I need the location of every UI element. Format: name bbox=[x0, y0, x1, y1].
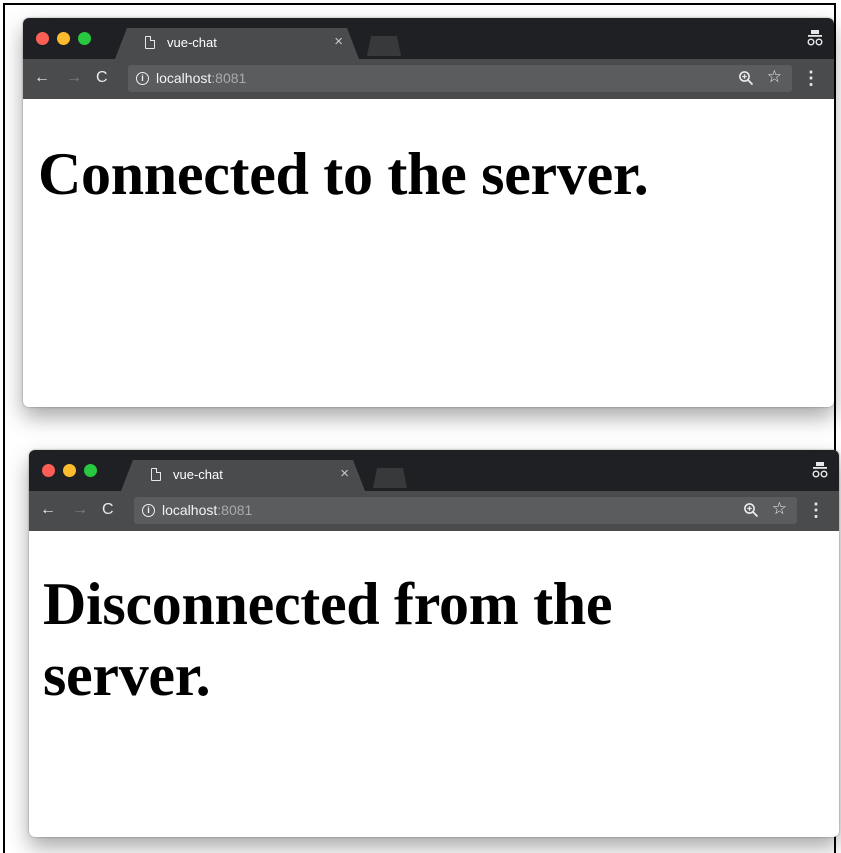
info-icon[interactable]: i bbox=[136, 72, 149, 85]
zoom-icon[interactable] bbox=[738, 70, 754, 86]
back-button[interactable]: ← bbox=[34, 68, 50, 88]
browser-window-connected: vue-chat × ← → C i localhost:8081 ☆ ⋮ Co… bbox=[23, 18, 834, 407]
bookmark-star-icon[interactable]: ☆ bbox=[772, 499, 787, 519]
window-controls bbox=[42, 464, 97, 477]
browser-toolbar: ← → C i localhost:8081 ☆ ⋮ bbox=[29, 491, 839, 531]
url-text[interactable]: localhost:8081 bbox=[156, 70, 246, 86]
document-icon bbox=[151, 468, 161, 481]
browser-window-disconnected: vue-chat × ← → C i localhost:8081 ☆ ⋮ Di… bbox=[29, 450, 839, 837]
menu-icon[interactable]: ⋮ bbox=[807, 500, 825, 520]
tab-title: vue-chat bbox=[167, 35, 217, 50]
url-host: localhost bbox=[156, 70, 212, 86]
info-icon[interactable]: i bbox=[142, 504, 155, 517]
tab-close-button[interactable]: × bbox=[340, 466, 349, 481]
browser-toolbar: ← → C i localhost:8081 ☆ ⋮ bbox=[23, 59, 834, 99]
tab-vue-chat[interactable]: vue-chat × bbox=[121, 460, 365, 491]
address-bar[interactable]: i localhost:8081 ☆ bbox=[134, 497, 797, 524]
reload-button[interactable]: C bbox=[96, 68, 108, 88]
url-port: :8081 bbox=[217, 502, 253, 518]
tab-vue-chat[interactable]: vue-chat × bbox=[115, 28, 359, 59]
new-tab-button[interactable] bbox=[367, 36, 401, 56]
new-tab-button[interactable] bbox=[373, 468, 407, 488]
url-port: :8081 bbox=[211, 70, 247, 86]
maximize-icon[interactable] bbox=[78, 32, 91, 45]
status-heading: Connected to the server. bbox=[38, 141, 649, 207]
maximize-icon[interactable] bbox=[84, 464, 97, 477]
tab-title: vue-chat bbox=[173, 467, 223, 482]
incognito-icon bbox=[812, 462, 828, 478]
incognito-icon bbox=[807, 30, 823, 46]
bookmark-star-icon[interactable]: ☆ bbox=[767, 67, 782, 87]
title-bar: vue-chat × bbox=[23, 18, 834, 59]
url-host: localhost bbox=[162, 502, 218, 518]
minimize-icon[interactable] bbox=[63, 464, 76, 477]
tab-close-button[interactable]: × bbox=[334, 34, 343, 49]
reload-button[interactable]: C bbox=[102, 500, 114, 520]
title-bar: vue-chat × bbox=[29, 450, 839, 491]
forward-button[interactable]: → bbox=[66, 68, 82, 88]
address-bar[interactable]: i localhost:8081 ☆ bbox=[128, 65, 792, 92]
close-icon[interactable] bbox=[36, 32, 49, 45]
close-icon[interactable] bbox=[42, 464, 55, 477]
window-controls bbox=[36, 32, 91, 45]
url-text[interactable]: localhost:8081 bbox=[162, 502, 252, 518]
menu-icon[interactable]: ⋮ bbox=[802, 68, 820, 88]
document-icon bbox=[145, 36, 155, 49]
minimize-icon[interactable] bbox=[57, 32, 70, 45]
forward-button[interactable]: → bbox=[72, 500, 88, 520]
back-button[interactable]: ← bbox=[40, 500, 56, 520]
zoom-icon[interactable] bbox=[743, 502, 759, 518]
status-heading: Disconnected from the server. bbox=[43, 571, 613, 708]
